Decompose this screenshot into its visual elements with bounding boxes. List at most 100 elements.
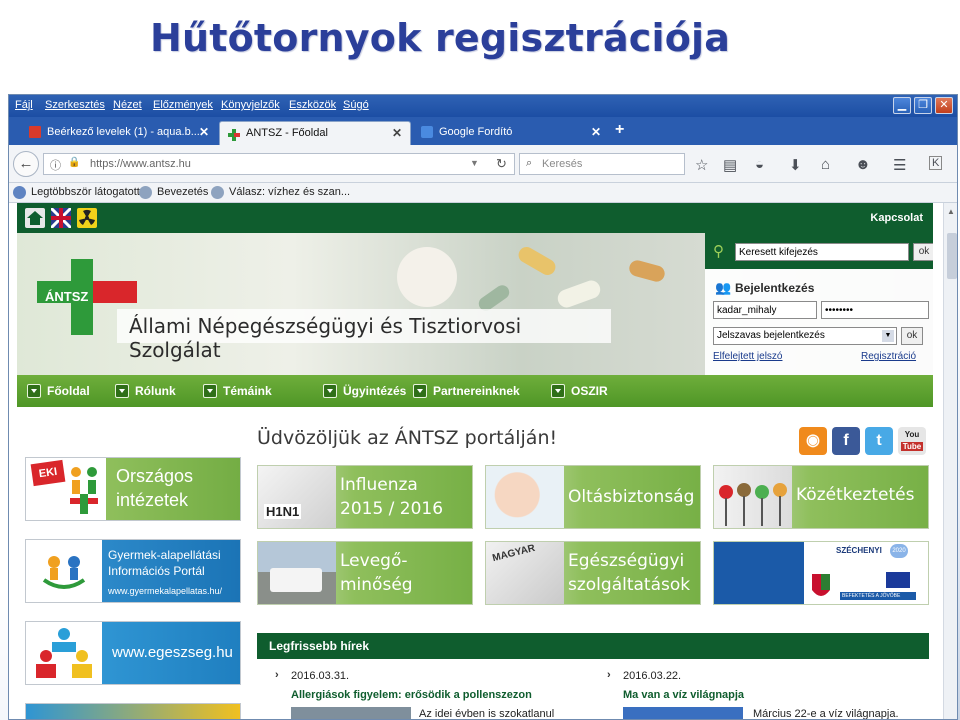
- nav-home[interactable]: Főoldal: [27, 384, 90, 398]
- back-arrow-icon[interactable]: ←: [13, 151, 39, 177]
- restore-icon[interactable]: ❐: [914, 97, 932, 114]
- nav-oszir[interactable]: OSZIR: [551, 384, 608, 398]
- sidebar-icon[interactable]: K: [929, 156, 943, 170]
- tab-label: Google Fordító: [439, 126, 513, 138]
- tile-szechenyi-2020[interactable]: SZÉCHENYI 2020 BEFEKTETÉS A JÖVŐBE: [713, 541, 929, 605]
- gmail-icon: [29, 126, 41, 138]
- tile-public-catering[interactable]: Közétkeztetés: [713, 465, 929, 529]
- banner-text: www.egeszseg.hu: [112, 644, 233, 661]
- tile-vaccination-safety[interactable]: Oltásbiztonság: [485, 465, 701, 529]
- welcome-heading: Üdvözöljük az ÁNTSZ portálján!: [257, 427, 558, 449]
- browser-search-input[interactable]: ⌕ Keresés: [519, 153, 685, 175]
- scroll-thumb[interactable]: [947, 233, 957, 279]
- english-flag-icon[interactable]: [49, 206, 73, 230]
- menu-tools[interactable]: Eszközök: [289, 99, 336, 111]
- address-bar[interactable]: ⓘ 🔒 https://www.antsz.hu ▼ ↻: [43, 153, 515, 175]
- tab-gmail[interactable]: Beérkező levelek (1) - aqua.b... ✕: [21, 121, 217, 145]
- username-field[interactable]: [713, 301, 817, 319]
- home-icon[interactable]: ⌂: [821, 156, 830, 173]
- password-field[interactable]: [821, 301, 929, 319]
- nav-partners[interactable]: Partnereinknek: [413, 384, 520, 398]
- site-top-bar: Kapcsolat: [17, 203, 933, 233]
- news-headline-link[interactable]: Allergiások figyelem: erősödik a pollens…: [291, 689, 532, 701]
- site-name: Állami Népegészségügyi és Tisztiorvosi S…: [129, 314, 522, 362]
- login-ok-button[interactable]: ok: [901, 327, 923, 345]
- dropdown-arrow-icon[interactable]: ▼: [470, 158, 479, 168]
- dropdown-icon: [323, 384, 337, 398]
- pocket-icon[interactable]: ◒: [755, 156, 764, 173]
- chevron-right-icon: ›: [607, 669, 611, 681]
- facebook-icon[interactable]: f: [832, 427, 860, 455]
- menu-edit[interactable]: Szerkesztés: [45, 99, 105, 111]
- site-search-row: ⚲ ok: [705, 233, 933, 269]
- radiation-icon[interactable]: [77, 208, 97, 228]
- people-icon: [36, 628, 92, 678]
- banner-national-institutes[interactable]: EKI Országos intézetek: [25, 457, 241, 521]
- pill-image: [627, 258, 667, 284]
- news-headline-link[interactable]: Ma van a víz világnapja: [623, 689, 744, 701]
- close-icon[interactable]: ✕: [392, 122, 402, 144]
- home-icon[interactable]: [25, 208, 45, 228]
- page-scrollbar[interactable]: ▲: [943, 203, 957, 719]
- menu-history[interactable]: Előzmények: [153, 99, 213, 111]
- twitter-icon[interactable]: t: [865, 427, 893, 455]
- dropdown-icon: [203, 384, 217, 398]
- szechenyi-tagline: BEFEKTETÉS A JÖVŐBE: [842, 593, 901, 599]
- tile-line2: szolgáltatások: [568, 575, 691, 595]
- window-close-icon[interactable]: ✕: [935, 97, 953, 114]
- tab-google-translate[interactable]: Google Fordító ✕: [413, 121, 609, 145]
- measuring-van-image: [258, 542, 336, 604]
- pill-image: [515, 244, 559, 278]
- minimize-icon[interactable]: ▁: [893, 97, 911, 114]
- register-link[interactable]: Regisztráció: [861, 351, 916, 362]
- bookmark-intro[interactable]: Bevezetés: [139, 186, 208, 199]
- menu-help[interactable]: Súgó: [343, 99, 369, 111]
- news-thumbnail[interactable]: [291, 707, 411, 719]
- info-icon[interactable]: ⓘ: [50, 157, 61, 173]
- newspaper-image: MAGYAR: [486, 542, 564, 604]
- pill-image: [555, 278, 603, 310]
- tile-health-services[interactable]: MAGYAR Egészségügyi szolgáltatások: [485, 541, 701, 605]
- close-icon[interactable]: ✕: [199, 121, 209, 143]
- navigation-bar: ← ⓘ 🔒 https://www.antsz.hu ▼ ↻ ⌕ Keresés…: [9, 145, 957, 183]
- nav-topics[interactable]: Témáink: [203, 384, 272, 398]
- login-method-select[interactable]: Jelszavas bejelentkezés ▼: [713, 327, 897, 345]
- banner-line1: Országos: [116, 466, 194, 486]
- banner-egeszseg[interactable]: www.egeszseg.hu: [25, 621, 241, 685]
- bookmark-icon: [13, 186, 26, 199]
- new-tab-icon[interactable]: +: [615, 121, 624, 139]
- tab-antsz[interactable]: ANTSZ - Főoldal ✕: [219, 121, 411, 145]
- youtube-icon[interactable]: You Tube: [898, 427, 926, 455]
- bookmark-reply[interactable]: Válasz: vízhez és szan...: [211, 186, 350, 199]
- hamburger-menu-icon[interactable]: ☰: [893, 156, 906, 174]
- site-name-banner: Állami Népegészségügyi és Tisztiorvosi S…: [117, 309, 611, 362]
- globe-icon: [139, 186, 152, 199]
- menu-view[interactable]: Nézet: [113, 99, 142, 111]
- site-search-ok-button[interactable]: ok: [913, 243, 933, 261]
- menu-bookmarks[interactable]: Könyvjelzők: [221, 99, 280, 111]
- reading-list-icon[interactable]: ▤: [723, 156, 737, 174]
- menu-file[interactable]: Fájl: [15, 99, 33, 111]
- news-snippet: Március 22-e a víz világnapja.: [753, 708, 899, 720]
- download-icon[interactable]: ⬇: [789, 156, 802, 174]
- tile-influenza[interactable]: H1N1 Influenza 2015 / 2016: [257, 465, 473, 529]
- banner-child-care-portal[interactable]: Gyermek-alapellátási Információs Portál …: [25, 539, 241, 603]
- close-icon[interactable]: ✕: [591, 121, 601, 143]
- forgot-password-link[interactable]: Elfelejtett jelszó: [713, 351, 782, 362]
- reload-icon[interactable]: ↻: [496, 156, 507, 172]
- banner-url: www.gyermekalapellatas.hu/: [108, 586, 223, 596]
- site-search-input[interactable]: [735, 243, 909, 261]
- nav-about[interactable]: Rólunk: [115, 384, 176, 398]
- banner-partial[interactable]: [25, 703, 241, 719]
- scroll-up-icon[interactable]: ▲: [947, 207, 955, 216]
- contact-link[interactable]: Kapcsolat: [870, 212, 923, 224]
- news-thumbnail[interactable]: [623, 707, 743, 719]
- news-date: 2016.03.22.: [623, 670, 682, 682]
- bookmark-most-visited[interactable]: Legtöbbször látogatott: [13, 186, 140, 199]
- tile-air-quality[interactable]: Levegő- minőség: [257, 541, 473, 605]
- browser-window: Fájl Szerkesztés Nézet Előzmények Könyvj…: [8, 94, 958, 720]
- chat-icon[interactable]: ☻: [855, 156, 871, 173]
- bookmark-star-icon[interactable]: ☆: [695, 156, 708, 174]
- nav-administration[interactable]: Ügyintézés: [323, 384, 406, 398]
- rss-icon[interactable]: ◉: [799, 427, 827, 455]
